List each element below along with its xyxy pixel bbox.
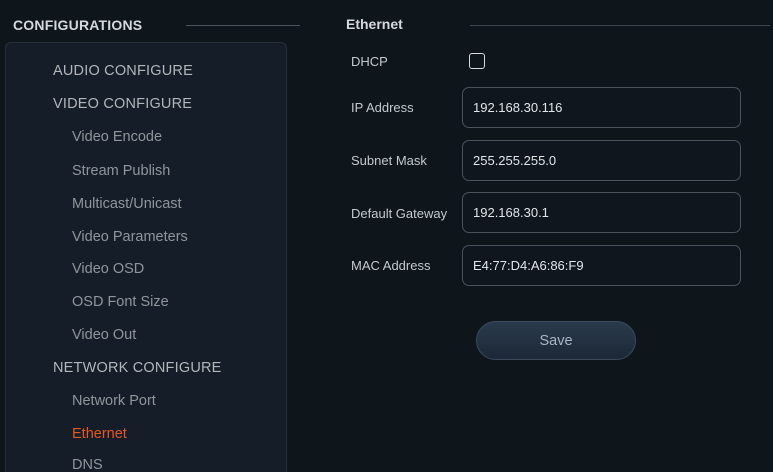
sidebar-item-video-parameters[interactable]: Video Parameters [72, 229, 188, 245]
app-root: CONFIGURATIONS AUDIO CONFIGURE VIDEO CON… [0, 0, 773, 472]
ip-address-input[interactable] [462, 87, 741, 128]
default-gateway-label: Default Gateway [351, 206, 448, 221]
ip-address-label: IP Address [351, 100, 414, 115]
sidebar-item-multicast-unicast[interactable]: Multicast/Unicast [72, 196, 182, 212]
sidebar-item-audio-configure[interactable]: AUDIO CONFIGURE [53, 63, 193, 79]
sidebar-item-dns[interactable]: DNS [72, 457, 103, 472]
subnet-mask-input[interactable] [462, 140, 741, 181]
sidebar-item-ethernet[interactable]: Ethernet [72, 426, 127, 442]
sidebar-item-video-configure[interactable]: VIDEO CONFIGURE [53, 96, 192, 112]
ethernet-header: Ethernet [336, 12, 770, 38]
default-gateway-input[interactable] [462, 192, 741, 233]
sidebar-item-network-port[interactable]: Network Port [72, 393, 156, 409]
sidebar-item-video-out[interactable]: Video Out [72, 327, 136, 343]
configurations-header: CONFIGURATIONS [13, 12, 313, 38]
ethernet-divider [470, 25, 770, 26]
sidebar-item-stream-publish[interactable]: Stream Publish [72, 163, 170, 179]
dhcp-label: DHCP [351, 54, 388, 69]
sidebar-item-osd-font-size[interactable]: OSD Font Size [72, 294, 169, 310]
ethernet-title: Ethernet [346, 16, 403, 32]
configurations-title: CONFIGURATIONS [13, 17, 143, 33]
subnet-mask-label: Subnet Mask [351, 153, 427, 168]
save-button[interactable]: Save [476, 321, 636, 360]
mac-address-label: MAC Address [351, 258, 431, 273]
mac-address-input[interactable] [462, 245, 741, 286]
dhcp-checkbox[interactable] [469, 53, 485, 69]
sidebar-item-video-osd[interactable]: Video OSD [72, 261, 144, 277]
sidebar-item-video-encode[interactable]: Video Encode [72, 129, 162, 145]
sidebar-item-network-configure[interactable]: NETWORK CONFIGURE [53, 360, 222, 376]
header-divider [186, 25, 300, 26]
